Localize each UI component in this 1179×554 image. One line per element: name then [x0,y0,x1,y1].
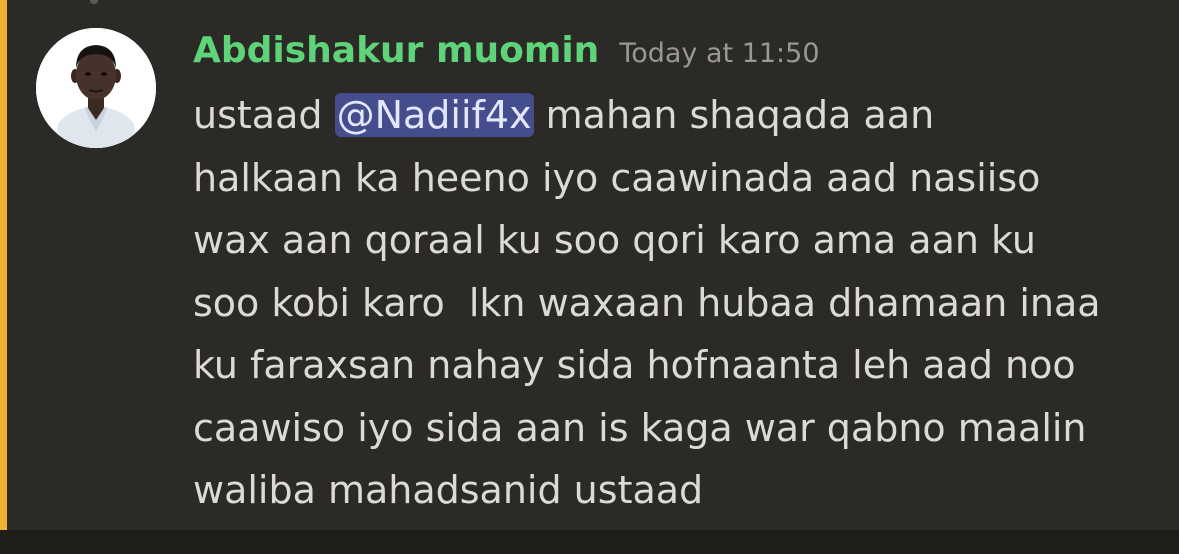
message-line: ustaad @Nadiif4x mahan shaqada aan [193,84,1163,147]
avatar-photo [36,28,156,148]
message-timestamp[interactable]: Today at 11:50 [619,29,819,79]
message-row[interactable]: Abdishakur muomin Today at 11:50 ustaad @… [0,0,1179,530]
message-content: ustaad @Nadiif4x mahan shaqada aan halka… [193,84,1163,522]
mention-highlight-bar [0,0,7,530]
message-text: ustaad [193,93,335,137]
previous-message-nub [90,0,98,4]
author-name[interactable]: Abdishakur muomin [193,26,599,76]
message-line: ku faraxsan nahay sida hofnaanta leh aad… [193,343,1076,387]
avatar[interactable] [36,28,156,148]
bottom-divider [0,530,1179,554]
message-line: caawiso iyo sida aan is kaga war qabno m… [193,405,1087,450]
message-header: Abdishakur muomin Today at 11:50 [193,26,820,76]
user-mention[interactable]: @Nadiif4x [334,93,534,137]
message-text: mahan shaqada aan [533,93,935,137]
message-line: waliba mahadsanid ustaad [193,468,704,512]
message-line: soo kobi karo lkn waxaan hubaa dhamaan i… [193,280,1101,325]
message-line: halkaan ka heeno iyo caawinada aad nasii… [193,155,1041,200]
message-line: wax aan qoraal ku soo qori karo ama aan … [193,218,1036,262]
